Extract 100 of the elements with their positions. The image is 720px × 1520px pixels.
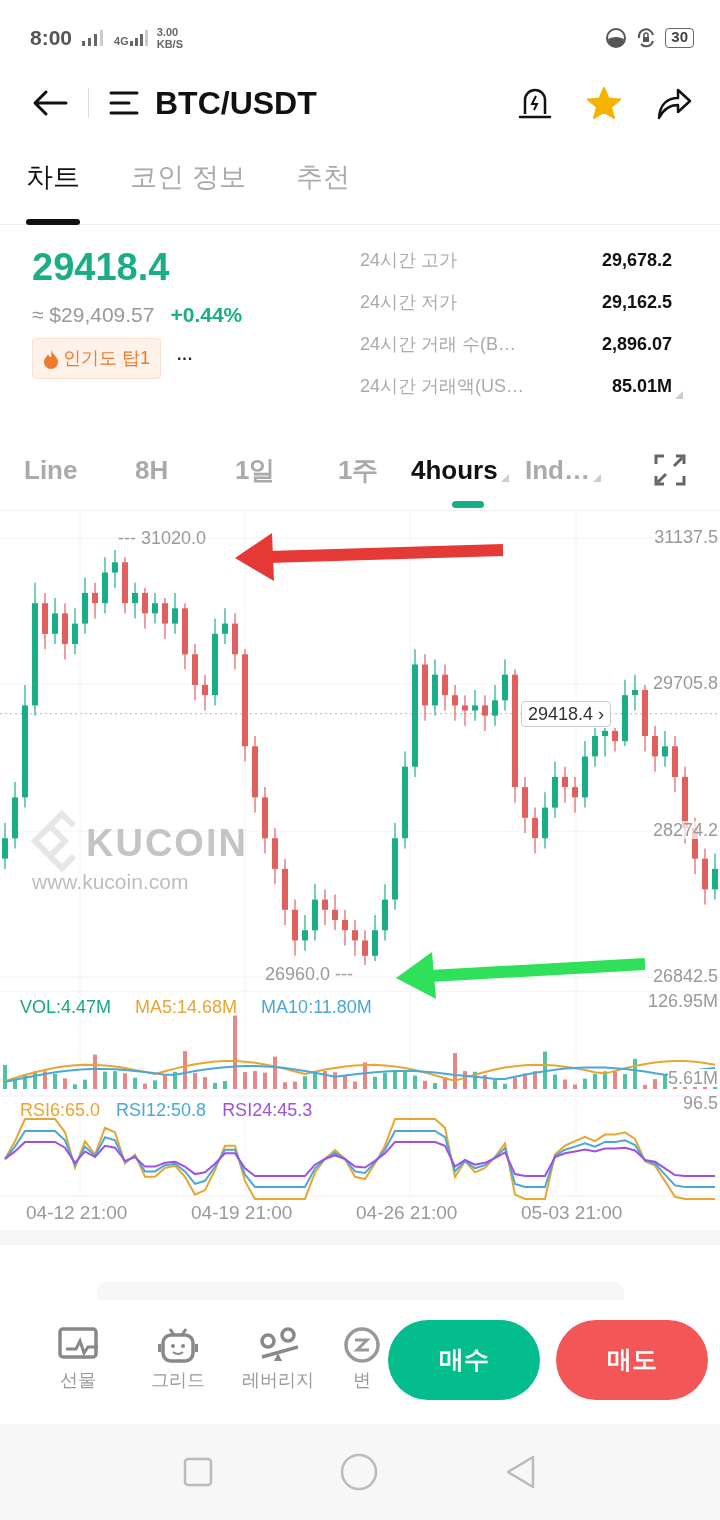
candlestick bbox=[472, 689, 478, 722]
candlestick bbox=[662, 730, 668, 768]
candlestick bbox=[352, 919, 358, 957]
network-speed: 3.00 bbox=[156, 25, 180, 38]
date-axis-label: 05-03 21:00 bbox=[521, 1203, 623, 1222]
candlestick bbox=[322, 888, 328, 926]
candlestick bbox=[632, 674, 638, 712]
stat-value: 85.01M bbox=[611, 375, 672, 398]
candlestick bbox=[712, 853, 718, 901]
interval-tab[interactable]: Ind… bbox=[525, 430, 645, 510]
fire-icon bbox=[43, 348, 59, 369]
usd-price: ≈ $29,409.57 bbox=[32, 301, 155, 328]
fullscreen-button[interactable] bbox=[654, 454, 686, 486]
candlestick bbox=[612, 727, 618, 752]
more-button[interactable]: ··· bbox=[177, 346, 193, 371]
candlestick bbox=[142, 587, 148, 630]
candlestick bbox=[342, 909, 348, 947]
tab[interactable]: 코인 정보 bbox=[130, 130, 246, 225]
back-button[interactable] bbox=[32, 88, 68, 117]
network-label: 4G bbox=[114, 34, 129, 47]
interval-tab[interactable]: 8H bbox=[135, 430, 235, 510]
stat-label: 24시간 고가 bbox=[360, 249, 458, 272]
robot-icon bbox=[158, 1326, 198, 1363]
stat-value: 29,162.5 bbox=[601, 291, 672, 314]
volume-indicator: MA10:11.80M bbox=[261, 998, 372, 1016]
popularity-tag: 인기도 탑1 bbox=[32, 338, 161, 380]
rsi-indicator: RSI12:50.8 bbox=[116, 1101, 207, 1119]
high-price-marker: --- 31020.0 bbox=[118, 529, 207, 547]
shortcut-button[interactable]: 선물 bbox=[38, 1326, 118, 1394]
candlestick bbox=[452, 684, 458, 722]
candlestick bbox=[652, 725, 658, 773]
candlestick bbox=[482, 694, 488, 732]
price-axis-label: 28274.2 bbox=[652, 820, 718, 839]
candlestick bbox=[602, 727, 608, 758]
signal-icon bbox=[128, 28, 149, 47]
price-axis-label: 26842.5 bbox=[652, 967, 718, 985]
shortcut-button[interactable]: 변 bbox=[338, 1326, 386, 1394]
candlestick bbox=[222, 607, 228, 645]
interval-tab[interactable]: 1주 bbox=[338, 430, 411, 510]
date-axis-label: 04-12 21:00 bbox=[26, 1203, 128, 1222]
fullscreen-icon bbox=[654, 454, 686, 486]
tab[interactable]: 추천 bbox=[295, 130, 350, 225]
shortcut-button[interactable]: 그리드 bbox=[138, 1326, 218, 1394]
zigzag-icon bbox=[342, 1326, 382, 1363]
candlestick bbox=[332, 893, 338, 931]
date-axis-label: 04-19 21:00 bbox=[191, 1203, 293, 1222]
pair-title: BTC/USDT bbox=[155, 83, 317, 123]
candlestick bbox=[202, 674, 208, 712]
volume-axis-label: 5.61M bbox=[667, 1069, 718, 1087]
volume-indicator: MA5:14.68M bbox=[135, 998, 238, 1016]
shortcut-button[interactable]: 레버리지 bbox=[238, 1326, 318, 1394]
menu-button[interactable] bbox=[109, 89, 139, 116]
interval-tab[interactable]: 4hours bbox=[411, 430, 525, 510]
last-price: 29418.4 bbox=[32, 245, 171, 290]
tab[interactable]: 차트 bbox=[26, 130, 80, 225]
candlestick bbox=[112, 549, 118, 589]
interval-tab[interactable]: 1일 bbox=[235, 430, 338, 510]
buy-button[interactable]: 매수 bbox=[388, 1320, 540, 1400]
sell-button[interactable]: 매도 bbox=[556, 1320, 708, 1400]
low-price-marker: 26960.0 --- bbox=[265, 965, 354, 983]
interval-tab[interactable]: Line bbox=[24, 430, 135, 510]
stat-label: 24시간 거래 수(B… bbox=[360, 333, 517, 356]
candlestick bbox=[72, 607, 78, 655]
speed-unit: KB/S bbox=[156, 37, 183, 50]
candlestick bbox=[2, 822, 8, 870]
candlestick bbox=[302, 914, 308, 952]
last-price-label: 29418.4 › bbox=[521, 700, 612, 727]
candlestick bbox=[92, 582, 98, 620]
watermark-url: www.kucoin.com bbox=[32, 871, 189, 892]
candlestick bbox=[442, 663, 448, 712]
candlestick bbox=[492, 684, 498, 727]
candlestick bbox=[562, 766, 568, 804]
volume-axis-label: 126.95M bbox=[647, 992, 718, 1010]
candlestick bbox=[532, 807, 538, 855]
price-change: +0.44% bbox=[170, 301, 243, 328]
status-time: 8:00 bbox=[30, 24, 73, 51]
candlestick bbox=[152, 592, 158, 625]
rsi-indicator: RSI24:45.3 bbox=[222, 1101, 313, 1119]
stat-label: 24시간 거래액(US… bbox=[360, 375, 525, 398]
stat-value: 2,896.07 bbox=[601, 333, 672, 356]
stat-value: 29,678.2 bbox=[601, 249, 672, 272]
candlestick bbox=[132, 582, 138, 620]
candlestick bbox=[362, 929, 368, 966]
rsi-indicator: RSI6:65.0 bbox=[20, 1101, 101, 1119]
back-icon bbox=[32, 88, 68, 117]
price-axis-label: 31137.5 bbox=[654, 528, 718, 546]
candlestick bbox=[592, 727, 598, 768]
volume-indicator: VOL:4.47M bbox=[20, 998, 112, 1016]
candlestick bbox=[462, 694, 468, 727]
battery-indicator: 30 bbox=[665, 27, 694, 48]
seesaw-icon bbox=[258, 1326, 298, 1363]
watermark-text: KUCOIN bbox=[86, 824, 248, 862]
date-axis-label: 04-26 21:00 bbox=[356, 1203, 458, 1222]
candlestick bbox=[172, 592, 178, 635]
rsi-axis-label: 96.5 bbox=[682, 1094, 718, 1112]
candlestick bbox=[162, 597, 168, 640]
theme-icon bbox=[605, 26, 628, 49]
star-icon bbox=[586, 85, 622, 120]
candlestick bbox=[52, 597, 58, 645]
candlestick bbox=[572, 776, 578, 814]
